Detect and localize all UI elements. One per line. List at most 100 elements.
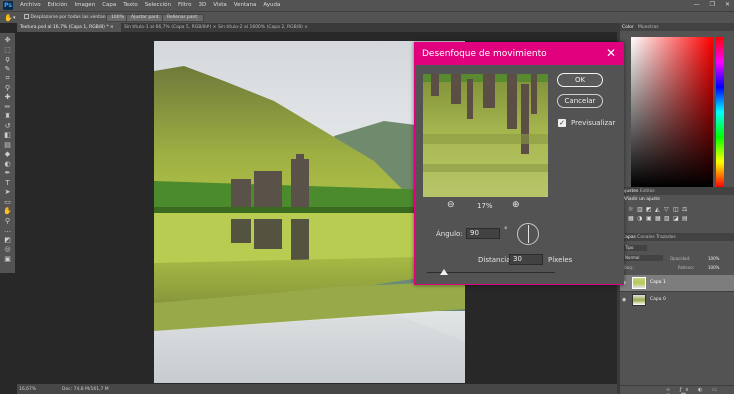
adjustment-icon[interactable]: ▦	[628, 215, 634, 222]
eye-icon[interactable]: ◉	[622, 297, 626, 303]
more-tools-icon[interactable]: …	[3, 227, 12, 234]
layer-row[interactable]: ◉ Capa 0	[620, 291, 734, 307]
close-icon[interactable]: ✕	[605, 47, 617, 59]
adjustment-icon[interactable]: ◪	[673, 215, 679, 222]
cancel-button[interactable]: Cancelar	[557, 94, 603, 108]
shape-tool-icon[interactable]: ▭	[3, 198, 12, 206]
fill-screen-button[interactable]: Rellenar pant.	[162, 14, 204, 22]
path-select-icon[interactable]: ➤	[3, 189, 12, 196]
pen-tool-icon[interactable]: ✒	[3, 170, 12, 177]
type-tool-icon[interactable]: T	[3, 179, 12, 187]
adjustment-icon[interactable]: ▦	[655, 215, 661, 222]
zoom-in-icon[interactable]: ⊕	[512, 200, 520, 210]
layer-thumbnail	[632, 277, 646, 289]
angle-input[interactable]: 90	[466, 228, 500, 239]
screen-mode-icon[interactable]: ▣	[3, 255, 12, 263]
minimize-icon[interactable]: —	[694, 1, 700, 8]
color-swatches-icon[interactable]: ◩	[3, 236, 12, 244]
clone-stamp-icon[interactable]: ♜	[3, 113, 12, 120]
menu-item[interactable]: Edición	[48, 2, 68, 8]
dodge-tool-icon[interactable]: ◐	[3, 160, 12, 168]
tool-preset-dropdown-icon[interactable]: ▾	[13, 14, 16, 22]
fit-screen-button[interactable]: Ajustar pant.	[126, 14, 165, 22]
adjustment-icon[interactable]: ▨	[664, 215, 670, 222]
healing-brush-icon[interactable]: ✚	[3, 94, 12, 101]
filter-preview[interactable]	[423, 74, 548, 197]
menu-item[interactable]: Capa	[102, 2, 116, 8]
tab-sin-titulo-2[interactable]: Sin título-2 al 1600% (Capa 2, RGB/8) ×	[215, 23, 311, 32]
distance-label: Distancia:	[478, 256, 513, 264]
ok-button[interactable]: OK	[557, 73, 603, 87]
quick-mask-icon[interactable]: ◎	[3, 246, 12, 253]
fill-label: Relleno:	[678, 265, 695, 270]
color-field[interactable]	[631, 37, 713, 187]
zoom-readout[interactable]: 16,67%	[19, 387, 36, 392]
history-brush-icon[interactable]: ↺	[3, 122, 12, 130]
hand-tool-icon[interactable]: ✋	[3, 208, 12, 215]
crop-tool-icon[interactable]: ⌗	[3, 75, 12, 82]
distance-input[interactable]: 30	[509, 254, 543, 265]
tab-ajustes[interactable]: Ajustes	[622, 189, 638, 194]
lasso-tool-icon[interactable]: ϙ	[3, 56, 12, 63]
hue-slider[interactable]	[716, 37, 724, 187]
tab-textura[interactable]: Textura.psd al 16,7% (Capa 1, RGB/8) * ×	[17, 23, 121, 32]
options-bar: ✋ ▾ Desplazarse por todas las ventanas 1…	[0, 11, 734, 23]
adjustment-icon[interactable]: ◫	[673, 206, 679, 213]
brush-tool-icon[interactable]: ✏	[3, 103, 12, 111]
tab-trazados[interactable]: Trazados	[656, 235, 676, 240]
tab-muestras[interactable]: Muestras	[638, 25, 659, 30]
tab-canales[interactable]: Canales	[637, 235, 655, 240]
zoom-out-icon[interactable]: ⊖	[447, 200, 455, 210]
eraser-icon[interactable]: ◧	[3, 132, 12, 139]
menu-item[interactable]: Selección	[145, 2, 171, 8]
degree-unit: °	[504, 226, 508, 234]
menu-item[interactable]: Filtro	[178, 2, 191, 8]
tab-estilos[interactable]: Estilos	[640, 189, 655, 194]
layer-actions-icons[interactable]: ∞ ƒx ◐ ▭ ▢ 🗑	[666, 387, 734, 394]
marquee-tool-icon[interactable]: ⬚	[3, 46, 12, 54]
tab-capas[interactable]: Capas	[622, 235, 636, 240]
scroll-all-windows-checkbox[interactable]: Desplazarse por todas las ventanas	[24, 14, 111, 22]
preview-checkbox[interactable]: ✓	[558, 119, 566, 127]
angle-dial[interactable]	[517, 223, 539, 245]
menu-item[interactable]: 3D	[198, 2, 206, 8]
eyedropper-icon[interactable]: ⚲	[3, 84, 12, 92]
adjustment-icon[interactable]: ◑	[637, 215, 642, 222]
layers-footer: ∞ ƒx ◐ ▭ ▢ 🗑	[620, 385, 734, 394]
menu-bar: Ps Archivo Edición Imagen Capa Texto Selecció…	[0, 0, 734, 11]
gradient-tool-icon[interactable]: ▤	[3, 141, 12, 149]
layer-row[interactable]: ◉ Capa 1	[620, 275, 734, 291]
close-icon[interactable]: ✕	[725, 1, 730, 8]
adjustment-icon[interactable]: ☼	[628, 206, 633, 213]
quick-select-icon[interactable]: ✎	[3, 65, 12, 73]
tab-color[interactable]: Color	[622, 25, 634, 30]
adjustment-icon[interactable]: ▤	[682, 215, 688, 222]
menu-item[interactable]: Imagen	[74, 2, 95, 8]
layer-kind-filter[interactable]: Tipo	[623, 245, 647, 251]
doc-size-readout: Doc: 74,8 M/161,7 M	[62, 387, 109, 392]
motion-blur-dialog: Desenfoque de movimiento ✕ OK Cancelar ✓…	[414, 42, 624, 285]
menu-item[interactable]: Texto	[123, 2, 138, 8]
fill-value[interactable]: 100%	[708, 265, 719, 270]
right-panels: Color Muestras Ajustes Estilos Añadir un…	[620, 23, 734, 394]
menu-item[interactable]: Ventana	[234, 2, 257, 8]
adjustment-icon[interactable]: ◩	[646, 206, 652, 213]
opacity-value[interactable]: 100%	[708, 256, 719, 261]
restore-icon[interactable]: ❐	[710, 1, 715, 8]
move-tool-icon[interactable]: ✥	[3, 37, 12, 44]
hand-tool-icon[interactable]: ✋	[4, 14, 13, 22]
adjustment-icon[interactable]: ▽	[664, 206, 669, 213]
adjustment-icon[interactable]: ▣	[646, 215, 652, 222]
adjustment-icon[interactable]: ▥	[637, 206, 643, 213]
adjustment-icon[interactable]: ⚖	[682, 206, 687, 213]
distance-slider-handle[interactable]	[440, 269, 448, 275]
blur-tool-icon[interactable]: ◆	[3, 151, 12, 158]
menu-item[interactable]: Ayuda	[263, 2, 280, 8]
tab-sin-titulo-1[interactable]: Sin título-1 al 66,7% (Capa 5, RGB/8#) ×	[121, 23, 216, 32]
zoom-tool-icon[interactable]: ⚲	[3, 217, 12, 225]
checkbox-box	[24, 14, 29, 19]
blend-mode-select[interactable]: Normal	[623, 255, 663, 261]
menu-item[interactable]: Archivo	[20, 2, 41, 8]
adjustment-icon[interactable]: ◭	[655, 206, 660, 213]
menu-item[interactable]: Vista	[213, 2, 227, 8]
